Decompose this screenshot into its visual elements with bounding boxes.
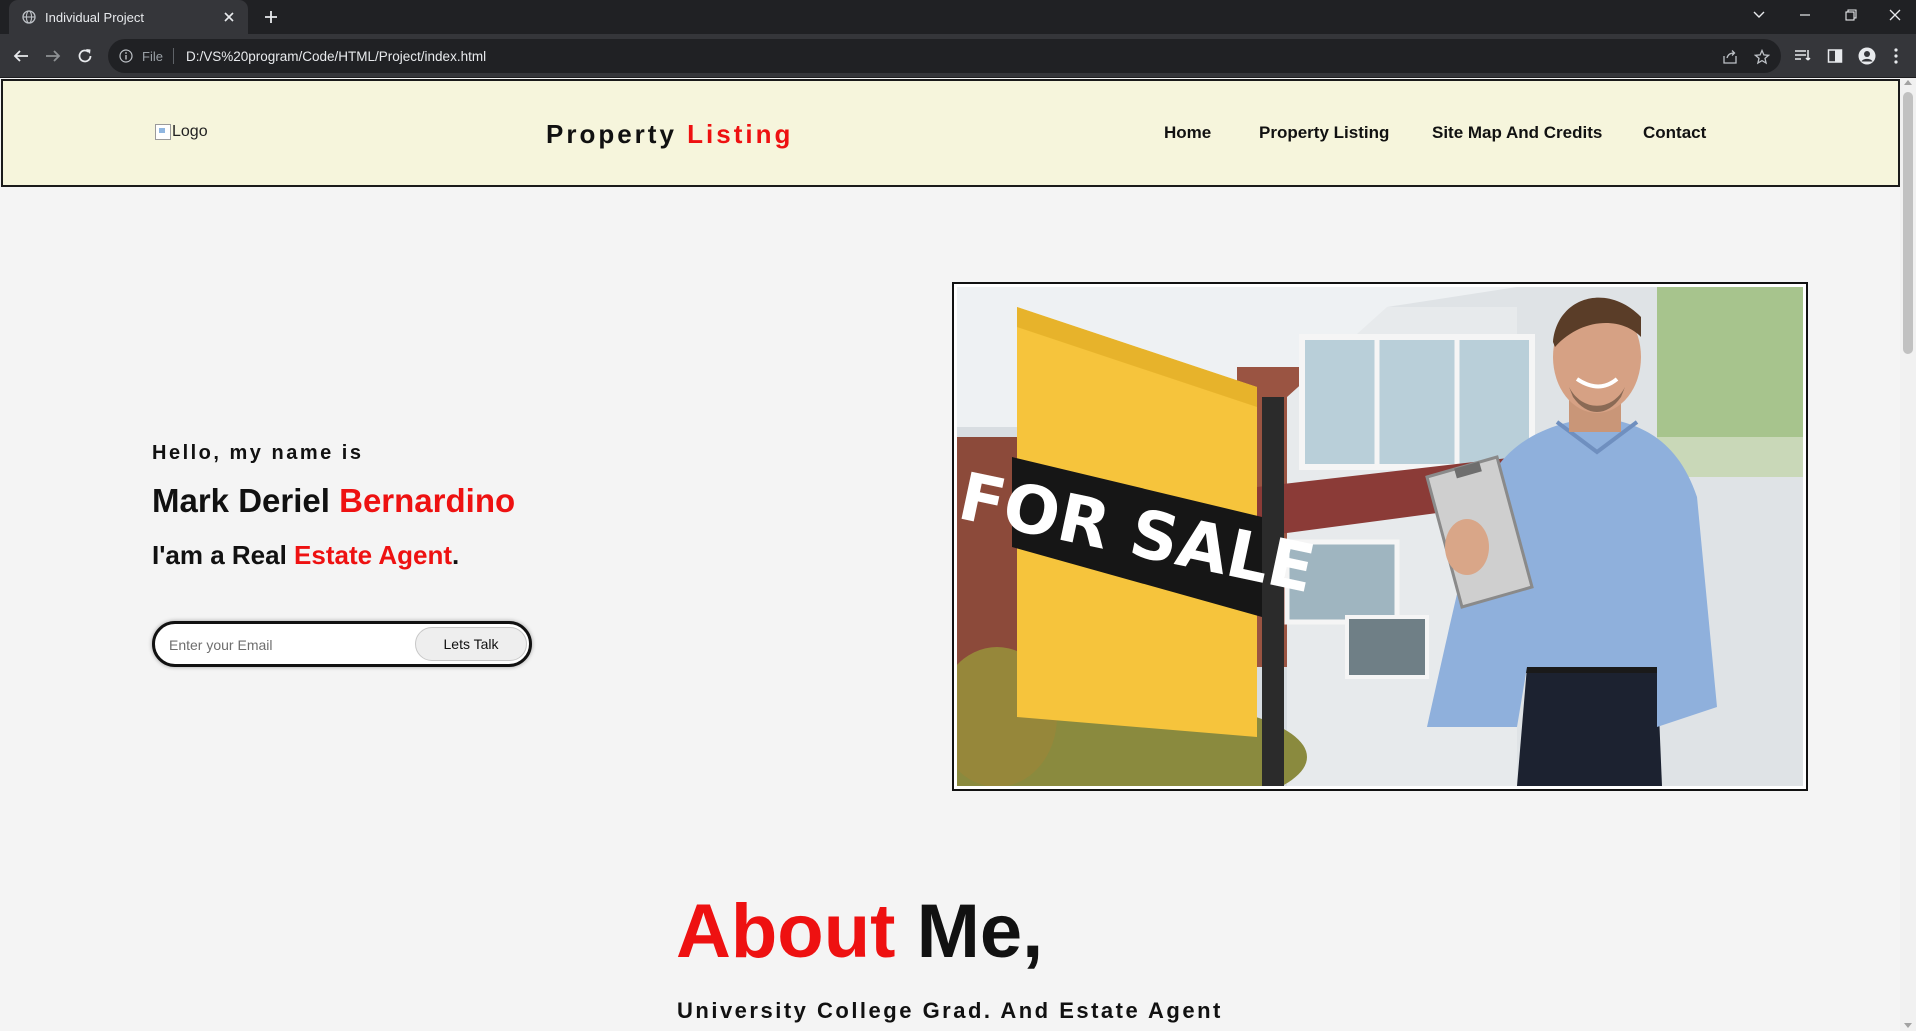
minimize-icon[interactable] <box>1782 0 1828 30</box>
hero-last-name: Bernardino <box>339 482 516 519</box>
brand-first: Property <box>546 119 677 149</box>
page-viewport: Logo Property Listing Home Property List… <box>0 78 1900 1031</box>
close-icon[interactable] <box>1874 0 1916 30</box>
share-icon[interactable] <box>1720 47 1740 67</box>
hero-role-prefix: I'am a Real <box>152 540 287 570</box>
nav-home[interactable]: Home <box>1164 123 1211 143</box>
browser-toolbar: File D:/VS%20program/Code/HTML/Project/i… <box>0 34 1916 78</box>
page-scrollbar[interactable] <box>1900 78 1916 1031</box>
hero-role-suffix: . <box>452 540 460 570</box>
nav-contact[interactable]: Contact <box>1643 123 1706 143</box>
logo-alt-text: Logo <box>172 123 208 140</box>
restore-icon[interactable] <box>1828 0 1874 30</box>
about-title-highlight: About <box>676 889 896 974</box>
address-scheme: File <box>142 48 163 64</box>
hero-role-highlight: Estate Agent <box>294 540 453 570</box>
address-separator <box>172 48 174 64</box>
close-icon[interactable] <box>220 8 238 26</box>
brand-second: Listing <box>687 119 794 149</box>
about-title: About Me, <box>676 888 1043 975</box>
hero-first-name: Mark Deriel <box>152 482 330 519</box>
reading-list-icon[interactable] <box>1792 45 1814 67</box>
info-icon[interactable] <box>118 48 134 64</box>
plus-icon[interactable] <box>260 6 282 28</box>
hero-name: Mark Deriel Bernardino <box>152 482 515 520</box>
forward-arrow-icon[interactable] <box>40 43 66 69</box>
nav-site-map-credits[interactable]: Site Map And Credits <box>1432 123 1602 143</box>
browser-tab[interactable]: Individual Project <box>9 0 248 34</box>
scroll-up-arrow-icon[interactable] <box>1904 80 1912 85</box>
profile-icon[interactable] <box>1856 45 1878 67</box>
hero-image-frame: FOR SALE <box>952 282 1808 791</box>
hero-photo: FOR SALE <box>957 287 1803 786</box>
scroll-down-arrow-icon[interactable] <box>1904 1023 1912 1028</box>
star-icon[interactable] <box>1752 47 1772 67</box>
about-title-rest: Me, <box>916 889 1044 974</box>
about-subtitle: University College Grad. And Estate Agen… <box>677 998 1223 1023</box>
address-url[interactable]: D:/VS%20program/Code/HTML/Project/index.… <box>186 49 486 64</box>
hero-role: I'am a Real Estate Agent. <box>152 540 459 571</box>
chevron-down-icon[interactable] <box>1736 0 1782 30</box>
more-vert-icon[interactable] <box>1888 45 1904 67</box>
address-bar[interactable]: File D:/VS%20program/Code/HTML/Project/i… <box>108 39 1781 73</box>
browser-tab-strip: Individual Project <box>0 0 1916 34</box>
back-arrow-icon[interactable] <box>8 43 34 69</box>
lets-talk-button[interactable]: Lets Talk <box>415 627 527 661</box>
site-brand: Property Listing <box>546 119 793 150</box>
side-panel-icon[interactable] <box>1824 45 1846 67</box>
nav-property-listing[interactable]: Property Listing <box>1259 123 1389 143</box>
email-form: Lets Talk <box>152 621 532 667</box>
logo[interactable]: Logo <box>155 123 208 141</box>
site-header: Logo Property Listing Home Property List… <box>1 79 1900 187</box>
scroll-thumb[interactable] <box>1903 92 1913 354</box>
email-field[interactable] <box>169 633 409 657</box>
tab-title: Individual Project <box>45 9 144 25</box>
broken-image-icon <box>155 124 171 140</box>
reload-icon[interactable] <box>72 43 98 69</box>
hero-greeting: Hello, my name is <box>152 442 364 464</box>
globe-icon <box>21 9 37 25</box>
